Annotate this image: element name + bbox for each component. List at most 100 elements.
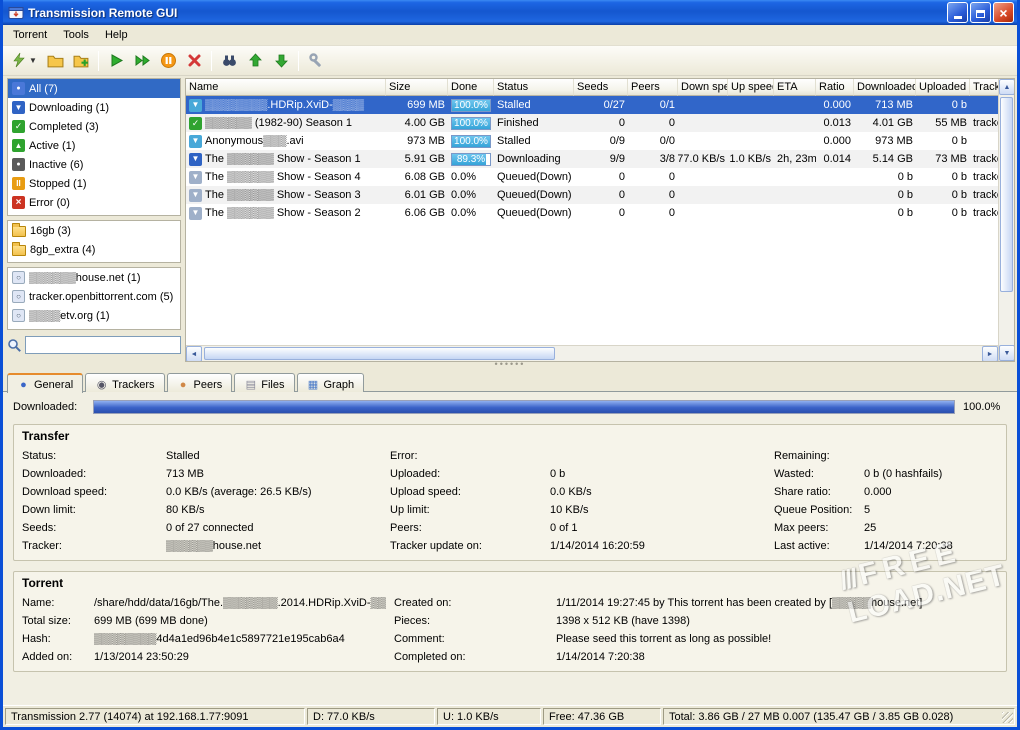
stop-torrent-button[interactable]: [156, 49, 180, 73]
cell-down_speed: [678, 96, 728, 114]
binoculars-icon: [221, 52, 238, 69]
sidebar-item-folder-8gb-extra[interactable]: 8gb_extra (4): [8, 240, 180, 259]
column-header-up_speed[interactable]: Up speed: [728, 79, 774, 96]
cell-seeds: 0/27: [574, 96, 628, 114]
column-header-size[interactable]: Size: [386, 79, 448, 96]
column-header-peers[interactable]: Peers: [628, 79, 678, 96]
cell-name: The ▒▒▒▒▒▒ Show - Season 1: [186, 150, 386, 168]
cell-down_speed: 77.0 KB/s: [678, 150, 728, 168]
scroll-left-button[interactable]: ◄: [186, 346, 202, 361]
add-torrent-button[interactable]: [69, 49, 93, 73]
options-button[interactable]: [304, 49, 328, 73]
cell-done: 0.0%: [448, 204, 494, 222]
sidebar-item-tracker-house[interactable]: ▒▒▒▒▒▒house.net (1): [8, 268, 180, 287]
connect-button[interactable]: ▼: [7, 49, 41, 73]
torrent-row[interactable]: The ▒▒▒▒▒▒ Show - Season 26.06 GB0.0%Que…: [186, 204, 998, 222]
move-up-button[interactable]: [243, 49, 267, 73]
tab-graph[interactable]: Graph: [297, 373, 365, 393]
detail-label: Uploaded:: [382, 465, 550, 483]
cell-uploaded: 73 MB: [916, 150, 970, 168]
sidebar-item-stopped[interactable]: Stopped (1): [8, 174, 180, 193]
cell-downloaded: 0 b: [854, 186, 916, 204]
find-button[interactable]: [217, 49, 241, 73]
menu-help[interactable]: Help: [97, 26, 136, 44]
scroll-right-button[interactable]: ►: [982, 346, 998, 361]
menu-torrent[interactable]: Torrent: [5, 26, 55, 44]
app-icon: [8, 5, 24, 21]
active-icon: [12, 139, 25, 152]
torrent-row[interactable]: The ▒▒▒▒▒▒ Show - Season 15.91 GB89.3%Do…: [186, 150, 998, 168]
start-all-button[interactable]: [130, 49, 154, 73]
downloaded-progressbar: [93, 400, 955, 414]
vertical-scroll-thumb[interactable]: [1000, 97, 1013, 292]
maximize-button[interactable]: [970, 2, 991, 23]
sidebar-item-all[interactable]: All (7): [8, 79, 180, 98]
cell-uploaded: 0 b: [916, 132, 970, 150]
cell-ratio: [816, 168, 854, 186]
torrent-row[interactable]: ▒▒▒▒▒▒ (1982-90) Season 14.00 GB100.0%Fi…: [186, 114, 998, 132]
vertical-scroll-track[interactable]: [999, 95, 1014, 345]
sidebar-item-folder-16gb[interactable]: 16gb (3): [8, 221, 180, 240]
column-header-eta[interactable]: ETA: [774, 79, 816, 96]
horizontal-scroll-thumb[interactable]: [204, 347, 555, 360]
column-header-downloaded[interactable]: Downloaded: [854, 79, 916, 96]
cell-status: Queued(Down): [494, 168, 574, 186]
remove-torrent-button[interactable]: [182, 49, 206, 73]
horizontal-scroll-track[interactable]: [202, 346, 982, 361]
torrent-row[interactable]: The ▒▒▒▒▒▒ Show - Season 46.08 GB0.0%Que…: [186, 168, 998, 186]
search-input[interactable]: [25, 336, 181, 354]
sidebar-item-tracker-etv[interactable]: ▒▒▒▒etv.org (1): [8, 306, 180, 325]
column-header-ratio[interactable]: Ratio: [816, 79, 854, 96]
menu-tools[interactable]: Tools: [55, 26, 97, 44]
folder-icon: [12, 226, 26, 237]
torrent-row[interactable]: The ▒▒▒▒▒▒ Show - Season 36.01 GB0.0%Que…: [186, 186, 998, 204]
cell-downloaded: 0 b: [854, 168, 916, 186]
move-down-button[interactable]: [269, 49, 293, 73]
done-progressbar: 100.0%: [451, 99, 491, 112]
sidebar-item-downloading[interactable]: Downloading (1): [8, 98, 180, 117]
column-header-uploaded[interactable]: Uploaded: [916, 79, 970, 96]
title-bar[interactable]: Transmission Remote GUI ×: [3, 0, 1017, 25]
cell-status: Downloading: [494, 150, 574, 168]
minimize-button[interactable]: [947, 2, 968, 23]
horizontal-scrollbar[interactable]: ◄ ►: [186, 345, 998, 361]
sidebar-item-tracker-openbittorrent[interactable]: tracker.openbittorrent.com (5): [8, 287, 180, 306]
tab-files[interactable]: Files: [234, 373, 294, 393]
tab-general[interactable]: General: [7, 373, 83, 393]
scroll-up-button[interactable]: ▲: [999, 79, 1015, 95]
cell-tracker: [970, 96, 998, 114]
column-header-status[interactable]: Status: [494, 79, 574, 96]
torrent-row[interactable]: Anonymous▒▒▒.avi973 MB100.0%Stalled0/90/…: [186, 132, 998, 150]
open-torrent-file-button[interactable]: [43, 49, 67, 73]
statusbar-panel-0: Transmission 2.77 (14074) at 192.168.1.7…: [5, 708, 305, 725]
column-header-tracker[interactable]: Tracker status: [970, 79, 998, 96]
cell-size: 6.06 GB: [386, 204, 448, 222]
sidebar-item-inactive[interactable]: Inactive (6): [8, 155, 180, 174]
error-icon: [12, 196, 25, 209]
tab-trackers[interactable]: Trackers: [85, 373, 164, 393]
splitter[interactable]: ••••••: [3, 362, 1017, 371]
close-button[interactable]: ×: [993, 2, 1014, 23]
done-progress-label: 100.0%: [452, 100, 490, 111]
cell-down_speed: [678, 168, 728, 186]
tab-peers[interactable]: Peers: [167, 373, 233, 393]
scroll-down-button[interactable]: ▼: [999, 345, 1015, 361]
sidebar-item-active[interactable]: Active (1): [8, 136, 180, 155]
cell-status: Stalled: [494, 96, 574, 114]
detail-value: 1/14/2014 7:20:38: [556, 648, 1006, 666]
cell-down_speed: [678, 132, 728, 150]
column-header-seeds[interactable]: Seeds: [574, 79, 628, 96]
column-header-done[interactable]: Done: [448, 79, 494, 96]
sidebar-item-error[interactable]: Error (0): [8, 193, 180, 212]
column-header-name[interactable]: Name: [186, 79, 386, 96]
statusbar-panel-2: U: 1.0 KB/s: [437, 708, 541, 725]
detail-label: Up limit:: [382, 501, 550, 519]
sidebar-item-label: Downloading (1): [29, 102, 109, 114]
column-header-down_speed[interactable]: Down speed: [678, 79, 728, 96]
sidebar-item-completed[interactable]: Completed (3): [8, 117, 180, 136]
torrent-row[interactable]: ▒▒▒▒▒▒▒▒.HDRip.XviD-▒▒▒▒699 MB100.0%Stal…: [186, 96, 998, 114]
start-torrent-button[interactable]: [104, 49, 128, 73]
detail-value: 713 MB: [166, 465, 382, 483]
vertical-scrollbar[interactable]: ▲ ▼: [998, 79, 1014, 361]
torrent-list: NameSizeDoneStatusSeedsPeersDown speedUp…: [185, 78, 1015, 362]
